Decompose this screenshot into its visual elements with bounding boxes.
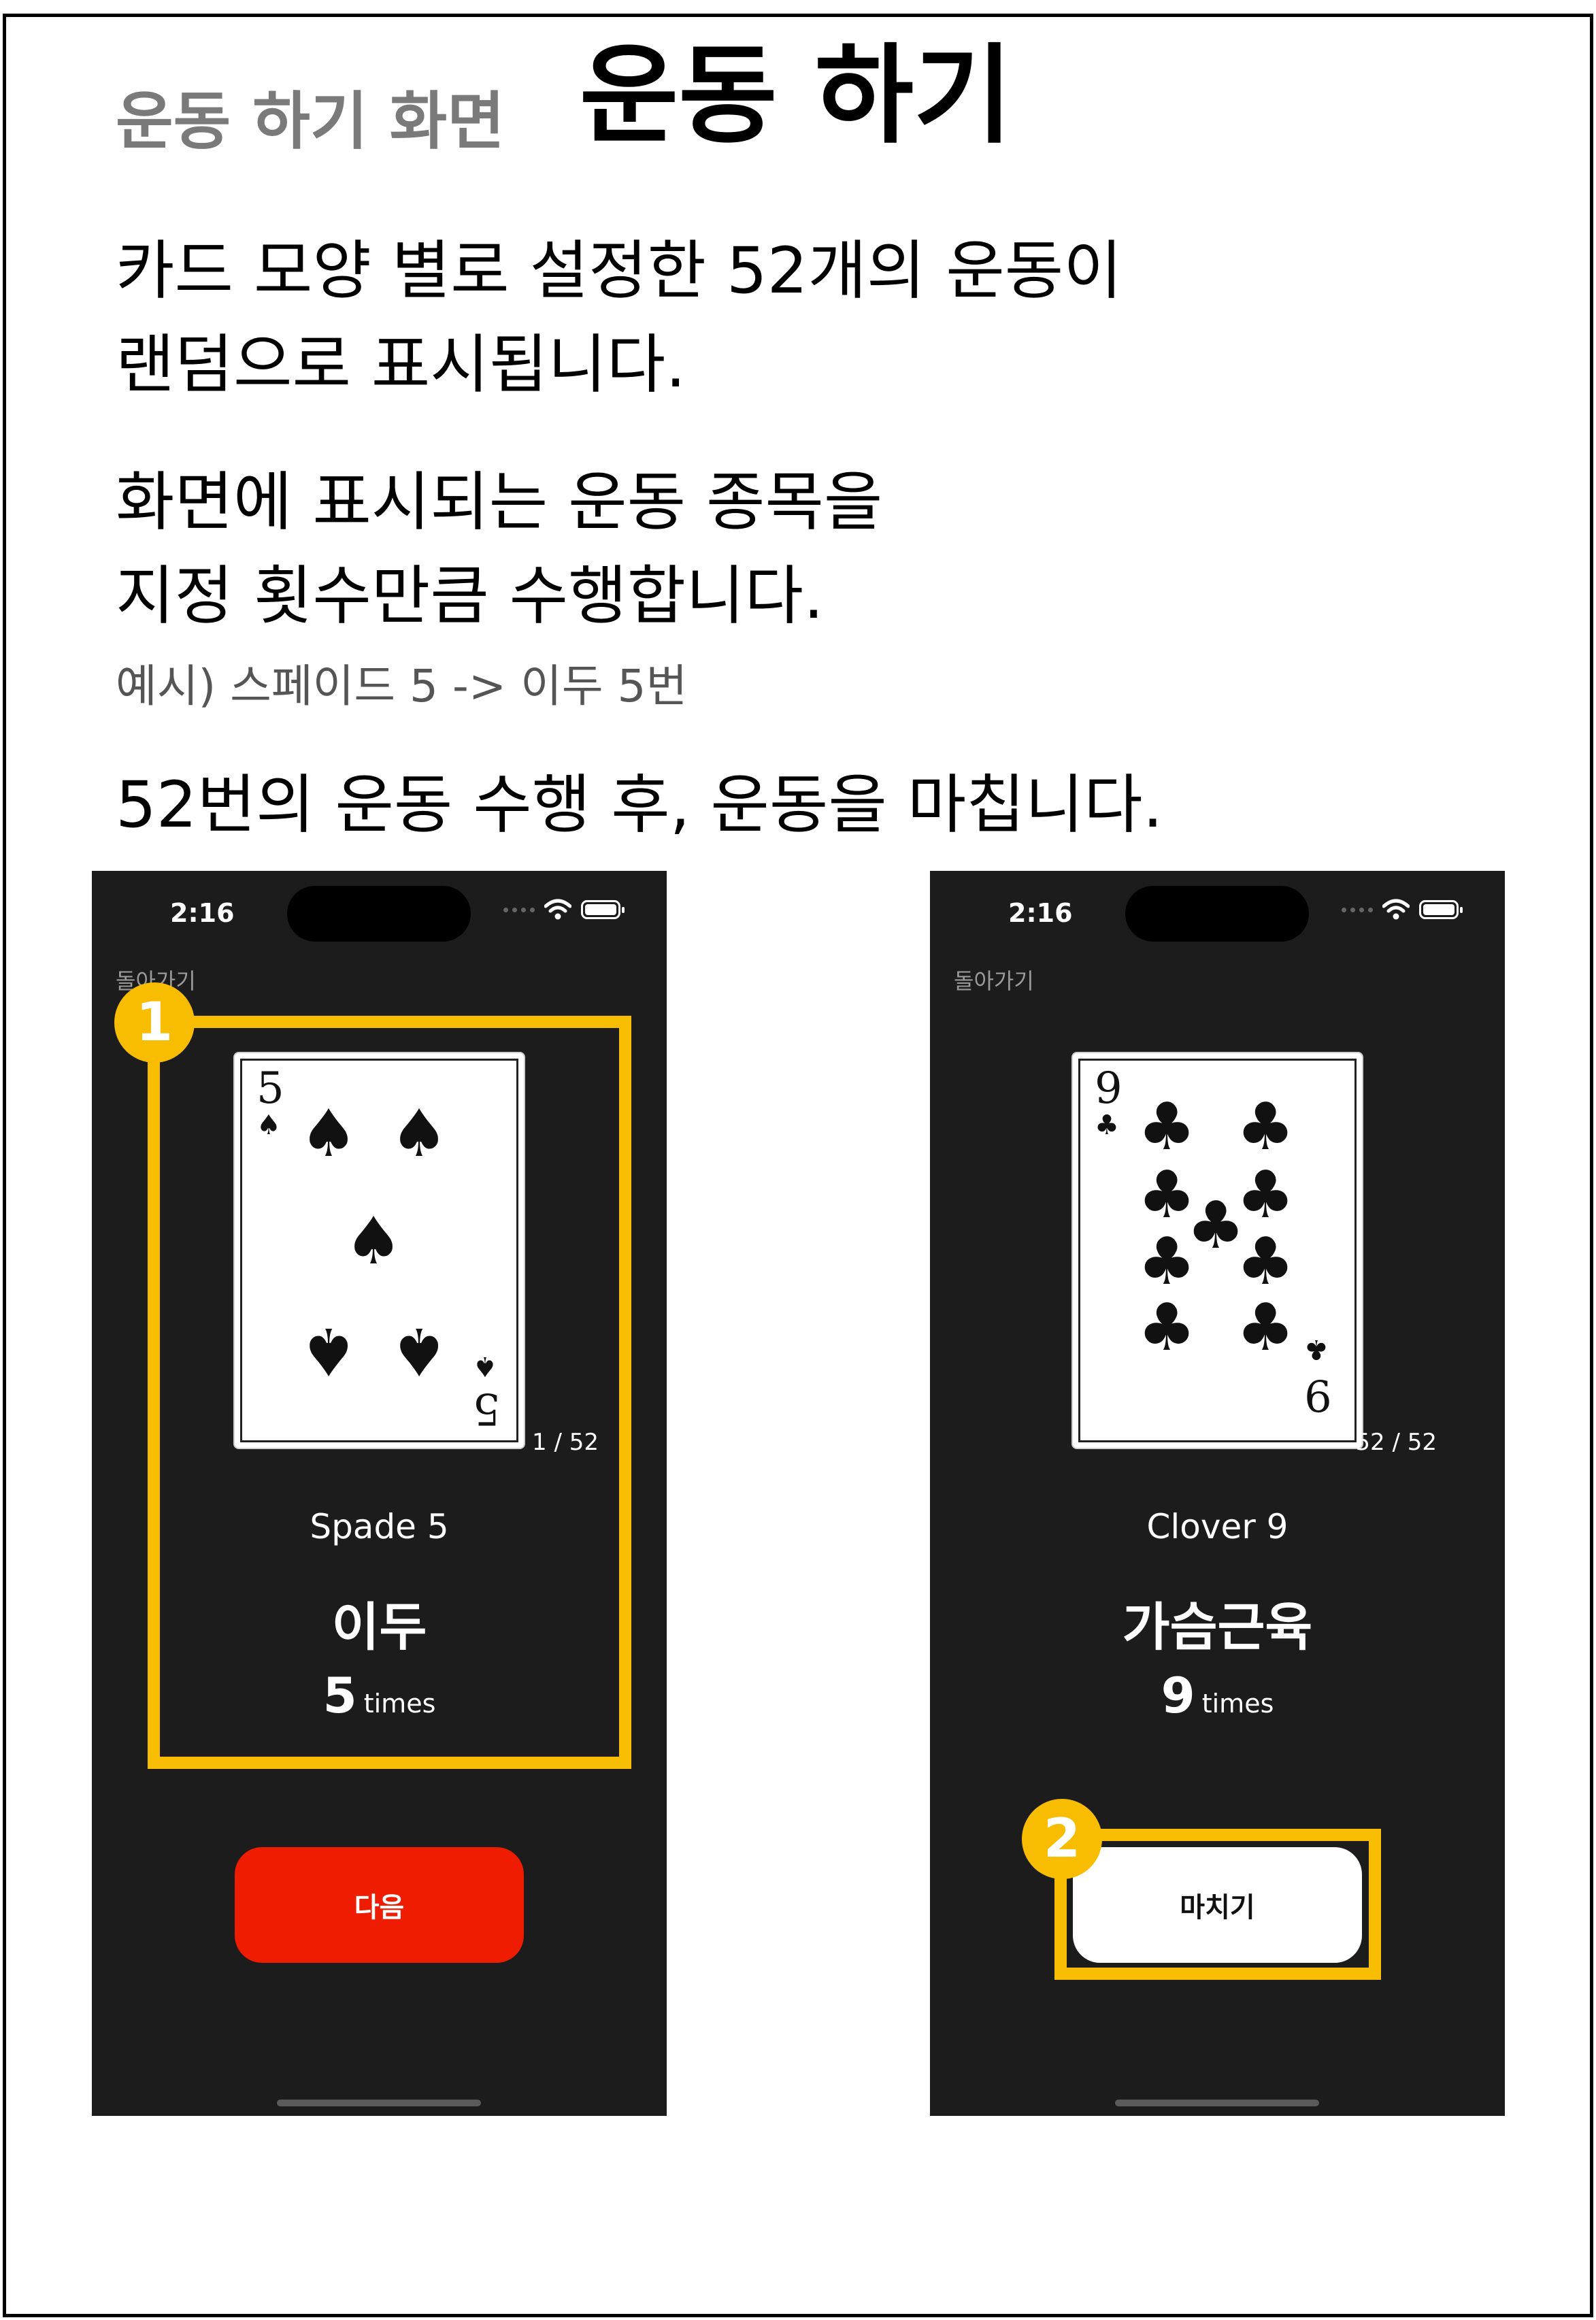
status-time: 2:16 <box>1008 898 1073 928</box>
progress-counter: 52 / 52 <box>1355 1429 1437 1456</box>
battery-icon <box>581 900 625 919</box>
club-icon: ♣ <box>1236 1089 1295 1165</box>
status-icons <box>1342 898 1463 921</box>
dynamic-island <box>287 886 471 942</box>
club-icon: ♣ <box>1137 1089 1197 1165</box>
card-name: Clover 9 <box>1146 1507 1289 1546</box>
status-time: 2:16 <box>170 898 235 928</box>
reps-count: 9 <box>1161 1667 1195 1724</box>
description-line: 카드 모양 별로 설정한 52개의 운동이 <box>116 234 1123 308</box>
home-indicator <box>277 2100 481 2106</box>
club-icon: ♣ <box>1137 1289 1197 1365</box>
club-icon: ♣ <box>1236 1223 1295 1299</box>
description-line: 랜덤으로 표시됩니다. <box>116 328 686 402</box>
description-block-1: 카드 모양 별로 설정한 52개의 운동이 랜덤으로 표시됩니다. <box>116 225 1123 412</box>
signal-dots-icon <box>1342 907 1373 912</box>
highlight-box-card-area <box>148 1016 631 1769</box>
reps-unit: times <box>1201 1689 1274 1719</box>
description-line: 화면에 표시되는 운동 종목을 <box>116 465 883 540</box>
wifi-icon <box>544 899 571 920</box>
dynamic-island <box>1125 886 1309 942</box>
playing-card-clover-9: 9 ♣ ♣ ♣ ♣ ♣ ♣ ♣ ♣ ♣ ♣ ♣ 9 <box>1073 1053 1362 1448</box>
exercise-name: 가슴근육 <box>1122 1597 1313 1657</box>
annotation-badge-1: 1 <box>114 982 195 1063</box>
description-line: 지정 횟수만큼 수행합니다. <box>116 559 824 633</box>
club-icon: ♣ <box>1095 1110 1119 1141</box>
page-title: 운동 하기 <box>579 33 1013 159</box>
card-rank: 9 <box>1304 1370 1332 1420</box>
title-row: 운동 하기 화면 운동 하기 <box>116 37 1012 156</box>
description-line: 52번의 운동 수행 후, 운동을 마칩니다. <box>116 768 1163 842</box>
back-button[interactable]: 돌아가기 <box>954 964 1034 995</box>
club-icon: ♣ <box>1304 1333 1329 1365</box>
highlight-box-finish-button <box>1054 1829 1381 1980</box>
description-block-3: 52번의 운동 수행 후, 운동을 마칩니다. <box>116 759 1163 852</box>
status-icons <box>503 898 625 921</box>
description-example: 예시) 스페이드 5 -> 이두 5번 <box>116 660 688 712</box>
battery-icon <box>1419 900 1463 919</box>
description-block-2: 화면에 표시되는 운동 종목을 지정 횟수만큼 수행합니다. <box>116 456 882 644</box>
club-icon: ♣ <box>1236 1289 1295 1365</box>
signal-dots-icon <box>503 907 535 912</box>
home-indicator <box>1115 2100 1319 2106</box>
next-button[interactable]: 다음 <box>235 1847 524 1963</box>
annotation-badge-2: 2 <box>1022 1799 1102 1879</box>
page-subtitle: 운동 하기 화면 <box>116 84 505 158</box>
card-rank: 9 <box>1095 1063 1123 1114</box>
club-icon: ♣ <box>1137 1223 1197 1299</box>
wifi-icon <box>1382 899 1410 920</box>
reps: 9 times <box>930 1667 1505 1724</box>
